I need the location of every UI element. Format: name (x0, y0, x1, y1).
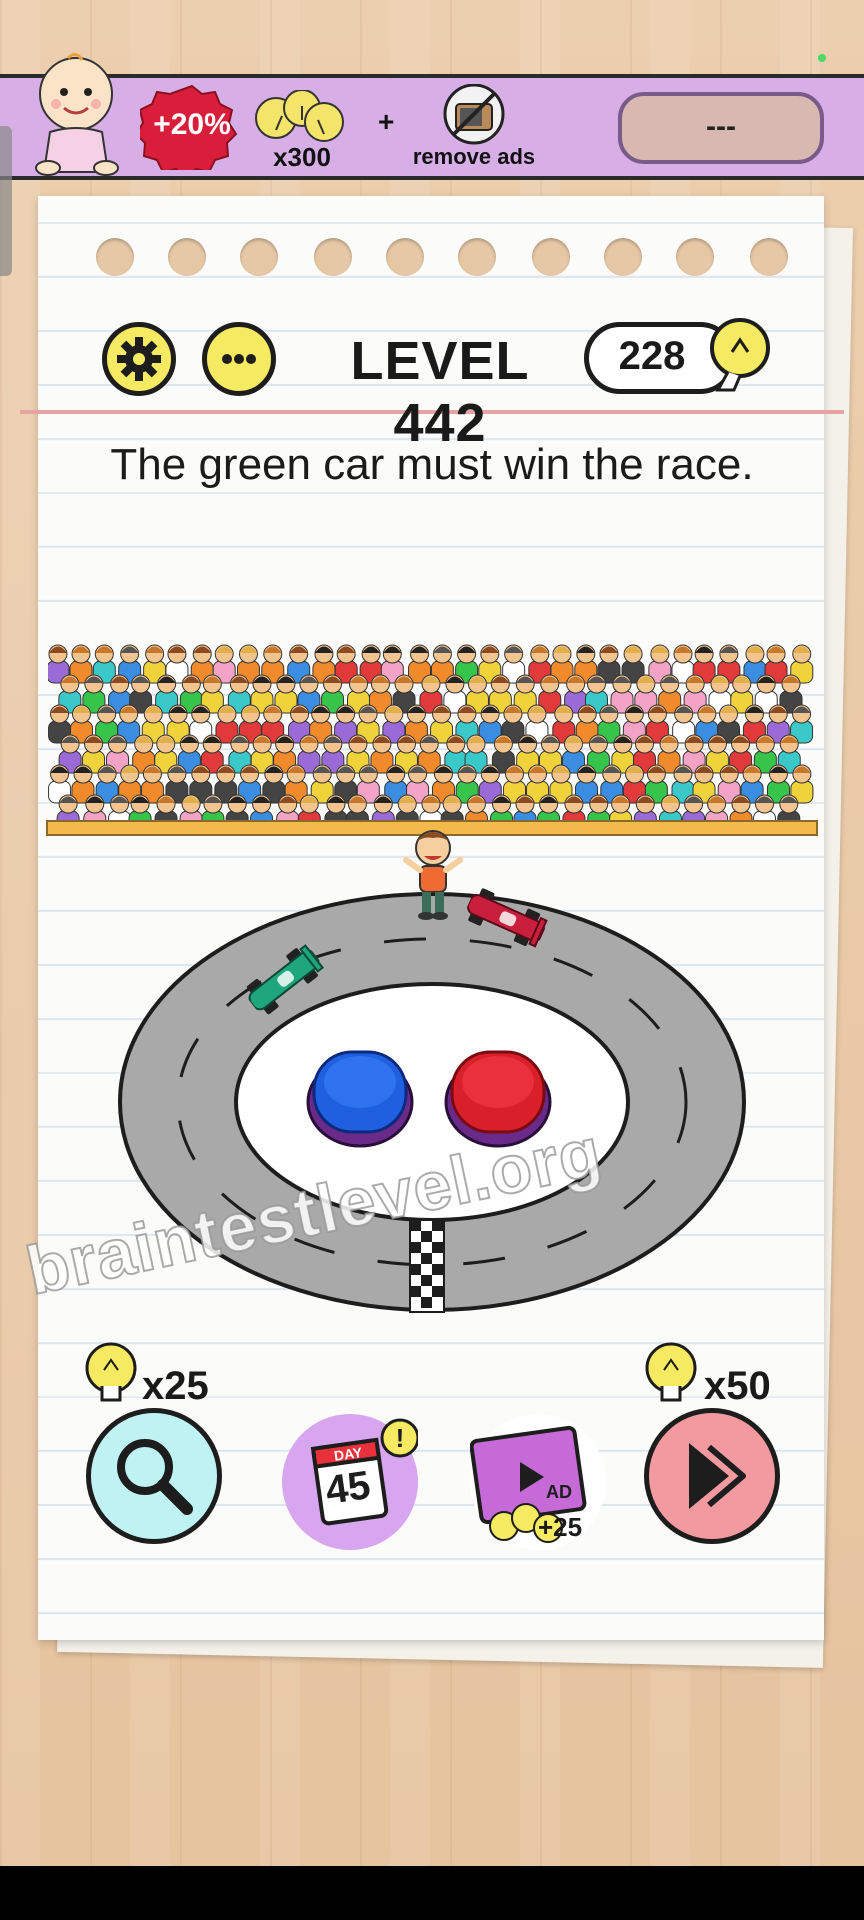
binder-holes (96, 238, 796, 278)
search-hint-button[interactable] (86, 1408, 222, 1544)
baby-mascot-icon (35, 53, 119, 176)
skip-play-icon (689, 1443, 746, 1509)
question-text: The green car must win the race. (110, 440, 754, 489)
svg-text:!: ! (396, 1423, 405, 1453)
gear-icon (117, 337, 161, 381)
system-nav-bar (0, 1866, 864, 1920)
more-dots-icon (222, 354, 256, 364)
sale-discount: +20% (153, 108, 231, 141)
remove-ads-label: remove ads (412, 144, 536, 169)
flag-kid-icon (403, 830, 463, 920)
skip-level-button[interactable] (644, 1408, 780, 1544)
no-ads-tv-icon (443, 84, 505, 145)
search-cost: x25 (142, 1364, 209, 1408)
hint-count: 228 (618, 334, 686, 378)
finish-line (409, 1219, 445, 1313)
side-tab[interactable] (0, 126, 12, 276)
search-cost-bulb-icon (85, 1342, 137, 1402)
ad-label: AD (546, 1482, 572, 1502)
settings-button[interactable] (102, 322, 176, 396)
ad-reward: +25 (538, 1512, 583, 1542)
level-title: LEVEL 442 (350, 331, 530, 453)
lightbulb-icon (710, 318, 770, 392)
day-number: 45 (322, 1463, 374, 1513)
skip-cost-bulb-icon (645, 1342, 697, 1402)
skip-cost: x50 (704, 1364, 771, 1408)
promo-plus: + (378, 106, 395, 137)
status-dot (818, 54, 826, 62)
blue-push-button[interactable] (306, 1040, 414, 1150)
promo-hint-count: x300 (273, 142, 331, 172)
price-button[interactable]: --- (618, 92, 824, 164)
crowd-stands (48, 644, 814, 834)
more-options-button[interactable] (202, 322, 276, 396)
magnifier-icon (117, 1439, 193, 1515)
